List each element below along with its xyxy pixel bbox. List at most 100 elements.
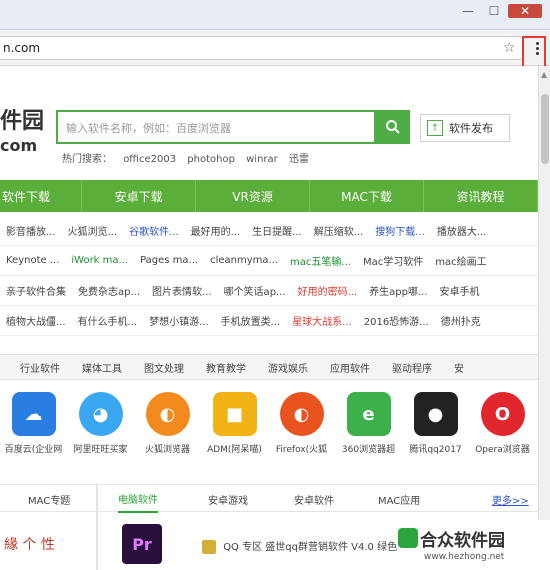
category-item[interactable]: 图文处理 <box>144 360 184 375</box>
scroll-thumb[interactable] <box>541 94 549 164</box>
site-watermark: 合众软件园 www.hezhong.net <box>398 520 550 570</box>
link-item[interactable]: 解压缩软... <box>314 223 364 238</box>
link-row: 植物大战僵... 有什么手机... 梦想小镇游... 手机放置类... 星球大战… <box>0 306 538 336</box>
nav-item[interactable]: 安卓下载 <box>82 180 197 212</box>
link-grid: 影音播放... 火狐浏览... 谷歌软件... 最好用的... 生日提醒... … <box>0 216 538 336</box>
publish-button[interactable]: ↑ 软件发布 <box>420 114 510 142</box>
browser-toolbar: n.com ☆ <box>0 30 550 66</box>
link-item[interactable]: mac绘画工 <box>435 253 486 268</box>
nav-item[interactable]: MAC下载 <box>310 180 425 212</box>
nav-item[interactable]: VR资源 <box>196 180 311 212</box>
tab-android-games[interactable]: 安卓游戏 <box>208 485 248 513</box>
link-item[interactable]: 免费杂志ap... <box>78 283 140 298</box>
scroll-up-icon[interactable]: ▲ <box>541 70 547 79</box>
link-item[interactable]: iWork ma... <box>71 255 128 266</box>
bookmark-star-icon[interactable]: ☆ <box>503 40 516 56</box>
app-tile[interactable]: ● 腾讯qq2017 <box>402 392 469 472</box>
link-item[interactable]: mac五笔输... <box>290 253 351 268</box>
nav-item[interactable]: 软件下载 <box>0 180 83 212</box>
category-item[interactable]: 驱动程序 <box>392 360 432 375</box>
link-row: Keynote ... iWork ma... Pages ma... clea… <box>0 246 538 276</box>
link-item[interactable]: 安卓手机 <box>439 283 479 298</box>
link-item[interactable]: Mac学习软件 <box>363 253 423 268</box>
link-item[interactable]: 植物大战僵... <box>6 313 66 328</box>
category-item[interactable]: 应用软件 <box>330 360 370 375</box>
firefox-icon: ◐ <box>279 392 324 436</box>
app-tile[interactable]: ◐ 火狐浏览器 <box>134 392 201 472</box>
menu-highlight-box <box>522 36 546 68</box>
link-item[interactable]: 好用的密码... <box>298 283 358 298</box>
link-row: 亲子软件合集 免费杂志ap... 图片表情软... 哪个笑话ap... 好用的密… <box>0 276 538 306</box>
link-item[interactable]: 火狐浏览... <box>68 223 118 238</box>
logo-text: 件园 <box>0 109 45 134</box>
maximize-button[interactable]: ☐ <box>484 4 504 18</box>
search-button[interactable] <box>376 110 410 144</box>
category-item[interactable]: 游戏娱乐 <box>268 360 308 375</box>
link-item[interactable]: 播放器大... <box>437 223 487 238</box>
hot-term[interactable]: 迅雷 <box>289 154 309 165</box>
link-item[interactable]: 德州扑克 <box>441 313 481 328</box>
tab-mac-topic[interactable]: MAC专题 <box>28 485 70 513</box>
url-text[interactable]: n.com <box>3 41 40 55</box>
link-item[interactable]: 梦想小镇游... <box>149 313 209 328</box>
main-nav: 软件下载 安卓下载 VR资源 MAC下载 资讯教程 <box>0 180 538 212</box>
search-input[interactable]: 输入软件名称，例如：百度浏览器 <box>56 110 376 144</box>
link-item[interactable]: 星球大战系... <box>292 313 352 328</box>
hot-term[interactable]: office2003 <box>123 154 176 165</box>
app-label: Opera浏览器 <box>475 445 530 455</box>
link-item[interactable]: 有什么手机... <box>78 313 138 328</box>
app-tile[interactable]: ◐ Firefox(火狐 <box>268 392 335 472</box>
upload-icon: ↑ <box>427 120 443 136</box>
site-logo[interactable]: 件园 com <box>0 110 44 158</box>
firefox-icon: ◐ <box>145 392 190 436</box>
link-item[interactable]: 2016恐怖游... <box>364 313 429 328</box>
adm-cat-icon: ■ <box>212 392 257 436</box>
close-button[interactable]: ✕ <box>508 4 542 18</box>
link-row: 影音播放... 火狐浏览... 谷歌软件... 最好用的... 生日提醒... … <box>0 216 538 246</box>
app-tile[interactable]: e 360浏览器超 <box>335 392 402 472</box>
minimize-button[interactable]: — <box>458 4 478 18</box>
app-small-icon <box>202 540 216 554</box>
link-item[interactable]: 谷歌软件... <box>129 223 179 238</box>
app-tile[interactable]: ◕ 阿里旺旺买家 <box>67 392 134 472</box>
tab-mac-apps[interactable]: MAC应用 <box>378 485 420 513</box>
app-label: Firefox(火狐 <box>275 445 328 455</box>
category-item[interactable]: 媒体工具 <box>82 360 122 375</box>
app-tile[interactable]: ■ ADM(阿呆喵) <box>201 392 268 472</box>
link-item[interactable]: 最好用的... <box>191 223 241 238</box>
nav-item[interactable]: 资讯教程 <box>424 180 538 212</box>
link-item[interactable]: 图片表情软... <box>152 283 212 298</box>
category-item[interactable]: 教育教学 <box>206 360 246 375</box>
link-item[interactable]: 手机放置类... <box>221 313 281 328</box>
watermark-logo-icon <box>398 528 418 548</box>
app-label: 360浏览器超 <box>341 445 396 455</box>
category-item[interactable]: 行业软件 <box>20 360 60 375</box>
link-item[interactable]: 搜狗下载... <box>375 223 425 238</box>
category-bar: 行业软件 媒体工具 图文处理 教育教学 游戏娱乐 应用软件 驱动程序 安 <box>0 354 538 380</box>
calligraphy-text: 緣 个 性 <box>4 537 55 553</box>
app-label: 阿里旺旺买家 <box>73 445 128 455</box>
app-tile[interactable]: ☁ 百度云(企业网 <box>0 392 67 472</box>
link-item[interactable]: 哪个笑话ap... <box>224 283 286 298</box>
link-item[interactable]: cleanmyma... <box>210 255 278 266</box>
hot-term[interactable]: winrar <box>246 154 278 165</box>
link-item[interactable]: 影音播放... <box>6 223 56 238</box>
more-link[interactable]: 更多>> <box>492 485 529 513</box>
link-item[interactable]: Keynote ... <box>6 255 59 266</box>
address-bar[interactable]: n.com ☆ <box>0 36 524 60</box>
link-item[interactable]: 亲子软件合集 <box>6 283 66 298</box>
app-grid: ☁ 百度云(企业网 ◕ 阿里旺旺买家 ◐ 火狐浏览器 ■ ADM(阿呆喵) ◐ … <box>0 392 538 472</box>
link-item[interactable]: Pages ma... <box>140 255 198 266</box>
premiere-icon[interactable]: Pr <box>122 524 162 564</box>
window-titlebar: — ☐ ✕ <box>0 0 550 30</box>
list-item[interactable]: QQ 专区 盛世qq群营销软件 V4.0 绿色免费版 <box>202 538 427 554</box>
link-item[interactable]: 养生app哪... <box>369 283 427 298</box>
link-item[interactable]: 生日提醒... <box>252 223 302 238</box>
app-tile[interactable]: O Opera浏览器 <box>469 392 536 472</box>
category-item[interactable]: 安 <box>454 360 464 375</box>
tab-android-software[interactable]: 安卓软件 <box>294 485 334 513</box>
tab-pc-software[interactable]: 电脑软件 <box>118 485 158 513</box>
hot-search-label: 热门搜索： <box>62 154 112 165</box>
hot-term[interactable]: photohop <box>187 154 235 165</box>
page-scrollbar[interactable]: ▲ <box>538 66 550 570</box>
